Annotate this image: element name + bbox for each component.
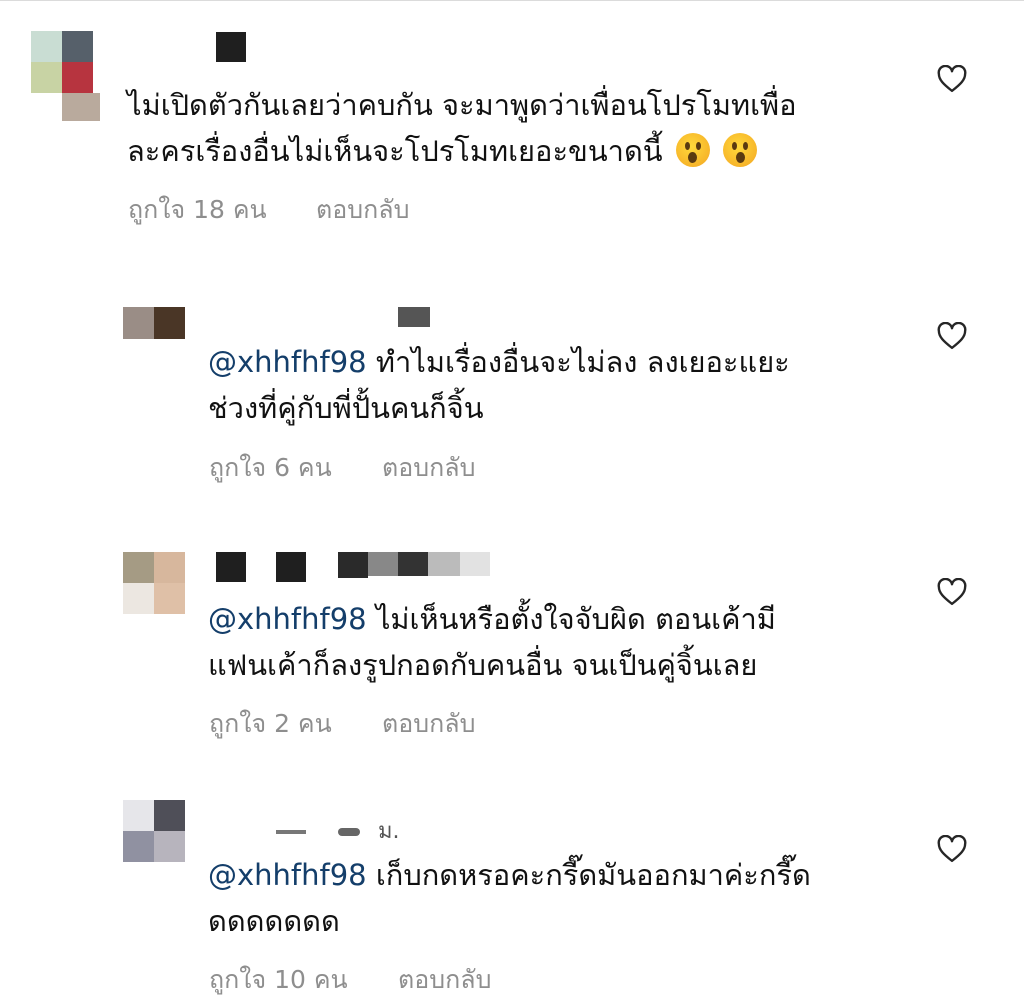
mention-link[interactable]: @xhhfhf98 (208, 602, 367, 636)
username-redacted (276, 830, 306, 834)
mention-link[interactable]: @xhhfhf98 (208, 858, 367, 892)
username-redacted (398, 552, 428, 576)
heart-outline-icon[interactable] (937, 322, 967, 350)
reply-button[interactable]: ตอบกลับ (382, 704, 475, 744)
like-count[interactable]: ถูกใจ 2 คน (209, 709, 332, 738)
comment-meta: ถูกใจ 6 คน ตอบกลับ (209, 448, 475, 488)
comment-text-line-1: @xhhfhf98 ไม่เห็นหรือตั้งใจจับผิด ตอนเค้… (208, 596, 776, 642)
hushed-face-emoji-icon (723, 133, 758, 167)
comment-meta: ถูกใจ 2 คน ตอบกลับ (209, 704, 475, 744)
username-fragment: ม. (378, 819, 400, 844)
reply-button[interactable]: ตอบกลับ (382, 448, 475, 488)
avatar-fragment (62, 93, 100, 121)
like-count[interactable]: ถูกใจ 10 คน (209, 965, 348, 994)
username-redacted (338, 552, 368, 578)
heart-outline-icon[interactable] (937, 835, 967, 863)
avatar[interactable] (31, 31, 93, 93)
heart-outline-icon[interactable] (937, 578, 967, 606)
like-count[interactable]: ถูกใจ 18 คน (128, 195, 267, 224)
avatar[interactable] (123, 552, 185, 614)
comment-text-line-1: ไม่เปิดตัวกันเลยว่าคบกัน จะมาพูดว่าเพื่อ… (127, 88, 797, 122)
comment-text-line-1: @xhhfhf98 ทำไมเรื่องอื่นจะไม่ลง ลงเยอะแย… (208, 339, 790, 385)
username-redacted (460, 552, 490, 576)
username-redacted (398, 307, 430, 327)
avatar[interactable] (123, 307, 185, 339)
mention-link[interactable]: @xhhfhf98 (208, 345, 367, 379)
comment-text-line-2: แฟนเค้าก็ลงรูปกอดกับคนอื่น จนเป็นคู่จิ้น… (208, 648, 758, 682)
comment-text: ไม่เห็นหรือตั้งใจจับผิด ตอนเค้ามี (366, 602, 776, 636)
comment-text: ละครเรื่องอื่นไม่เห็นจะโปรโมทเยอะขนาดนี้ (127, 134, 663, 168)
username-redacted (276, 552, 306, 582)
username-redacted (428, 552, 460, 576)
username-redacted (216, 32, 246, 62)
comment-meta: ถูกใจ 18 คน ตอบกลับ (128, 190, 409, 230)
username-redacted (338, 828, 360, 836)
like-count[interactable]: ถูกใจ 6 คน (209, 453, 332, 482)
reply-button[interactable]: ตอบกลับ (398, 960, 491, 1000)
reply-button[interactable]: ตอบกลับ (316, 190, 409, 230)
comment-text-line-1: @xhhfhf98 เก็บกดหรอคะกรี๊ดมันออกมาค่ะกรี… (208, 852, 811, 898)
heart-outline-icon[interactable] (937, 65, 967, 93)
username-redacted (368, 552, 398, 576)
comment-text-line-2: ละครเรื่องอื่นไม่เห็นจะโปรโมทเยอะขนาดนี้ (127, 128, 758, 174)
comment-text: ทำไมเรื่องอื่นจะไม่ลง ลงเยอะแยะ (366, 345, 790, 379)
username-redacted (216, 552, 246, 582)
comment-text: เก็บกดหรอคะกรี๊ดมันออกมาค่ะกรี๊ด (366, 858, 811, 892)
top-divider (0, 0, 1024, 1)
avatar[interactable] (123, 800, 185, 862)
comment-meta: ถูกใจ 10 คน ตอบกลับ (209, 960, 491, 1000)
comment-text-line-2: ดดดดดดด (208, 904, 340, 938)
hushed-face-emoji-icon (675, 133, 710, 167)
comment-text-line-2: ช่วงที่คู่กับพี่ปั้นคนก็จิ้น (208, 391, 484, 425)
